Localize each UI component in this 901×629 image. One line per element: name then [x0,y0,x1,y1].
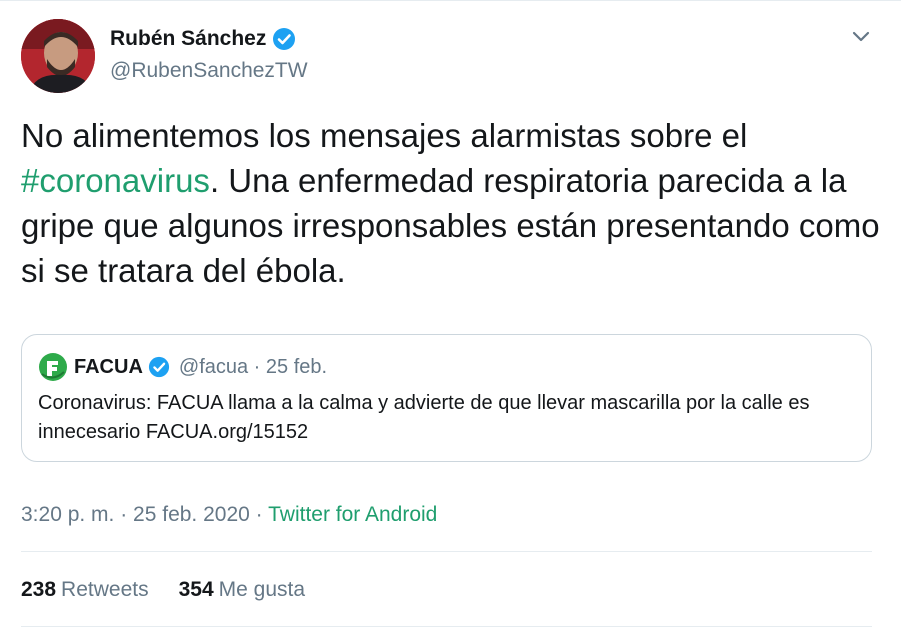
author-name-row: Rubén Sánchez [110,27,296,51]
author-handle[interactable]: @RubenSanchezTW [110,59,308,83]
divider [21,551,872,552]
retweets-stat[interactable]: 238 Retweets [21,578,149,602]
quoted-tweet[interactable]: FACUA @facua · 25 feb. Coronavirus: FACU… [21,334,872,462]
retweets-label: Retweets [61,578,149,601]
likes-stat[interactable]: 354 Me gusta [179,578,305,602]
divider [21,626,872,627]
avatar-image [21,19,95,93]
tweet-source-link[interactable]: Twitter for Android [268,503,437,526]
quoted-handle-date: @facua · 25 feb. [178,355,328,378]
tweet-stats: 238 Retweets 354 Me gusta [21,578,335,602]
chevron-down-icon[interactable] [850,27,872,47]
tweet-meta: 3:20 p. m. · 25 feb. 2020 · Twitter for … [21,503,437,527]
tweet-card: Rubén Sánchez @RubenSanchezTW No aliment… [0,0,901,629]
facua-logo-icon [39,353,67,381]
quoted-author-name: FACUA [74,355,143,378]
verified-badge-icon [148,356,169,378]
quoted-tweet-header: FACUA @facua · 25 feb. [38,352,327,382]
retweets-count: 238 [21,578,57,601]
hashtag-link[interactable]: #coronavirus [21,162,210,199]
quoted-tweet-text: Coronavirus: FACUA llama a la calma y ad… [38,392,810,443]
author-name[interactable]: Rubén Sánchez [110,27,266,51]
avatar[interactable] [21,19,95,93]
likes-label: Me gusta [218,578,306,601]
tweet-text: No alimentemos los mensajes alarmistas s… [21,113,891,293]
top-divider [0,0,901,1]
tweet-text-before: No alimentemos los mensajes alarmistas s… [21,117,748,154]
likes-count: 354 [178,578,214,601]
verified-badge-icon [273,28,296,50]
tweet-timestamp[interactable]: 3:20 p. m. · 25 feb. 2020 · [21,503,268,526]
